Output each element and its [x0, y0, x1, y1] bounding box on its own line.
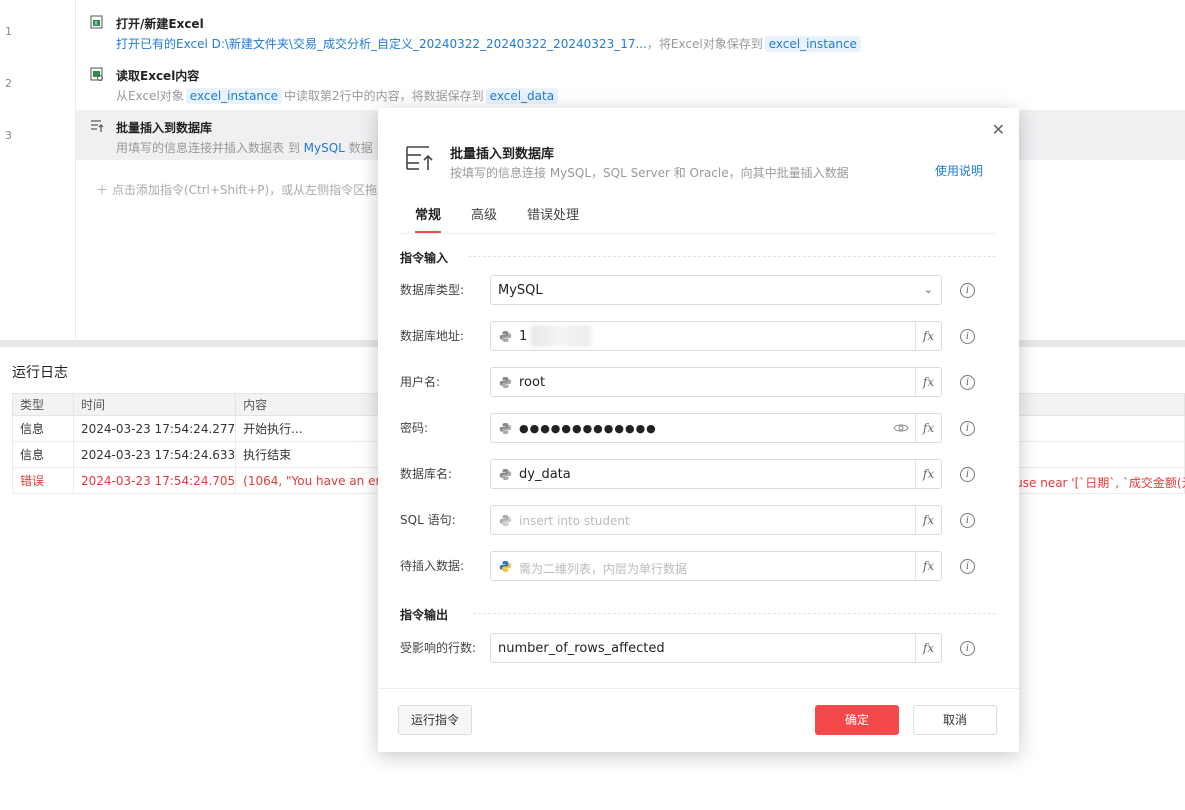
log-time: 2024-03-23 17:54:24.633 — [72, 441, 237, 468]
fx-button[interactable]: fx — [915, 322, 941, 350]
info-icon[interactable]: i — [960, 421, 975, 436]
password-input[interactable]: ●●●●●●●●●●●●● fx — [490, 413, 942, 443]
db-type-value: MySQL — [498, 283, 543, 298]
step-desc: 打开已有的Excel D:\新建文件夹\交易_成交分析_自定义_20240322… — [116, 35, 863, 52]
step-read-excel[interactable]: 读取Excel内容 从Excel对象 excel_instance 中读取第2行中的… — [76, 58, 1185, 108]
rows-affected-label: 受影响的行数: — [400, 641, 477, 655]
log-col-type: 类型 — [12, 393, 74, 416]
db-type-select[interactable]: MySQL ⌄ — [490, 275, 942, 305]
step-open-excel[interactable]: X 打开/新建Excel 打开已有的Excel D:\新建文件夹\交易_成交分析… — [76, 6, 1185, 56]
tab-error-handling[interactable]: 错误处理 — [527, 204, 579, 231]
sql-placeholder: insert into student — [519, 514, 630, 528]
insert-data-label: 待插入数据: — [400, 559, 465, 573]
step-title: 批量插入到数据库 — [116, 121, 213, 135]
eye-icon[interactable] — [893, 421, 909, 435]
dialog-tabs: 常规 高级 错误处理 — [400, 204, 996, 234]
confirm-button[interactable]: 确定 — [815, 705, 899, 735]
log-time: 2024-03-23 17:54:24.705 — [72, 467, 237, 494]
rows-affected-value: number_of_rows_affected — [498, 641, 665, 656]
log-title: 运行日志 — [12, 365, 68, 381]
db-type-label: 数据库类型: — [400, 283, 465, 297]
database-insert-icon — [406, 146, 433, 170]
python-icon — [499, 515, 512, 526]
step-title: 读取Excel内容 — [116, 69, 200, 83]
tab-advanced[interactable]: 高级 — [471, 204, 497, 231]
variable-chip[interactable]: excel_instance — [185, 88, 283, 104]
sql-input[interactable]: insert into student fx — [490, 505, 942, 535]
variable-chip[interactable]: excel_instance — [764, 36, 861, 52]
run-command-button[interactable]: 运行指令 — [398, 705, 472, 735]
info-icon[interactable]: i — [960, 329, 975, 344]
db-address-input[interactable]: 1 fx — [490, 321, 942, 351]
password-label: 密码: — [400, 421, 429, 435]
close-icon[interactable]: ✕ — [992, 120, 1005, 139]
step-desc: 从Excel对象 excel_instance 中读取第2行中的内容，将数据保存到 e… — [116, 87, 560, 104]
log-error-tail: o use near '[`日期`, `成交金额(元 — [1004, 476, 1185, 490]
rows-affected-input[interactable]: number_of_rows_affected fx — [490, 633, 942, 663]
section-input-title: 指令输入 — [400, 251, 449, 265]
username-label: 用户名: — [400, 375, 441, 389]
username-input[interactable]: root fx — [490, 367, 942, 397]
fx-button[interactable]: fx — [915, 460, 941, 488]
help-link[interactable]: 使用说明 — [935, 162, 983, 179]
db-address-label: 数据库地址: — [400, 329, 465, 343]
line-gutter: 1 2 3 — [0, 0, 76, 340]
batch-insert-dialog: ✕ 批量插入到数据库 按填写的信息连接 MySQL，SQL Server 和 O… — [378, 108, 1019, 752]
info-icon[interactable]: i — [960, 283, 975, 298]
log-col-time: 时间 — [72, 393, 237, 416]
variable-chip[interactable]: excel_data — [485, 88, 559, 104]
step-desc: 用填写的信息连接并插入数据表 到 MySQL 数据 — [116, 141, 373, 155]
python-icon — [499, 561, 512, 572]
password-value: ●●●●●●●●●●●●● — [519, 422, 657, 435]
python-icon — [499, 377, 512, 388]
svg-text:X: X — [94, 21, 98, 27]
fx-button[interactable]: fx — [915, 552, 941, 580]
insert-data-placeholder: 需为二维列表，内层为单行数据 — [519, 562, 688, 576]
excel-icon: X — [90, 15, 103, 29]
cancel-button[interactable]: 取消 — [913, 705, 997, 735]
python-icon — [499, 423, 512, 434]
info-icon[interactable]: i — [960, 467, 975, 482]
excel-read-icon — [90, 67, 103, 81]
chevron-down-icon: ⌄ — [923, 283, 933, 296]
fx-button[interactable]: fx — [915, 368, 941, 396]
line-number: 3 — [5, 129, 12, 142]
section-divider — [473, 613, 996, 614]
insert-data-input[interactable]: 需为二维列表，内层为单行数据 fx — [490, 551, 942, 581]
fx-button[interactable]: fx — [915, 634, 941, 662]
username-value: root — [519, 375, 546, 390]
info-icon[interactable]: i — [960, 641, 975, 656]
fx-button[interactable]: fx — [915, 414, 941, 442]
dialog-title: 批量插入到数据库 — [450, 147, 555, 162]
python-icon — [499, 469, 512, 480]
log-time: 2024-03-23 17:54:24.277 — [72, 415, 237, 442]
footer-divider — [378, 688, 1019, 689]
dbname-value: dy_data — [519, 467, 571, 482]
db-address-value: 1 — [519, 329, 528, 344]
sql-label: SQL 语句: — [400, 513, 456, 527]
dialog-subtitle: 按填写的信息连接 MySQL，SQL Server 和 Oracle，向其中批量… — [450, 166, 849, 180]
info-icon[interactable]: i — [960, 375, 975, 390]
info-icon[interactable]: i — [960, 513, 975, 528]
log-type: 信息 — [12, 415, 74, 442]
database-insert-icon — [91, 120, 104, 132]
dbname-label: 数据库名: — [400, 467, 453, 481]
python-icon — [499, 331, 512, 342]
step-title: 打开/新建Excel — [116, 17, 204, 31]
section-divider — [468, 256, 996, 257]
dbname-input[interactable]: dy_data fx — [490, 459, 942, 489]
redacted-blur — [531, 325, 591, 347]
line-number: 2 — [5, 77, 12, 90]
tab-general[interactable]: 常规 — [415, 204, 442, 233]
log-type: 信息 — [12, 441, 74, 468]
add-command-hint[interactable]: ＋ 点击添加指令(Ctrl+Shift+P)，或从左侧指令区拖入 — [96, 181, 389, 198]
info-icon[interactable]: i — [960, 559, 975, 574]
fx-button[interactable]: fx — [915, 506, 941, 534]
section-output-title: 指令输出 — [400, 608, 449, 622]
line-number: 1 — [5, 25, 12, 38]
log-type: 错误 — [12, 467, 74, 494]
